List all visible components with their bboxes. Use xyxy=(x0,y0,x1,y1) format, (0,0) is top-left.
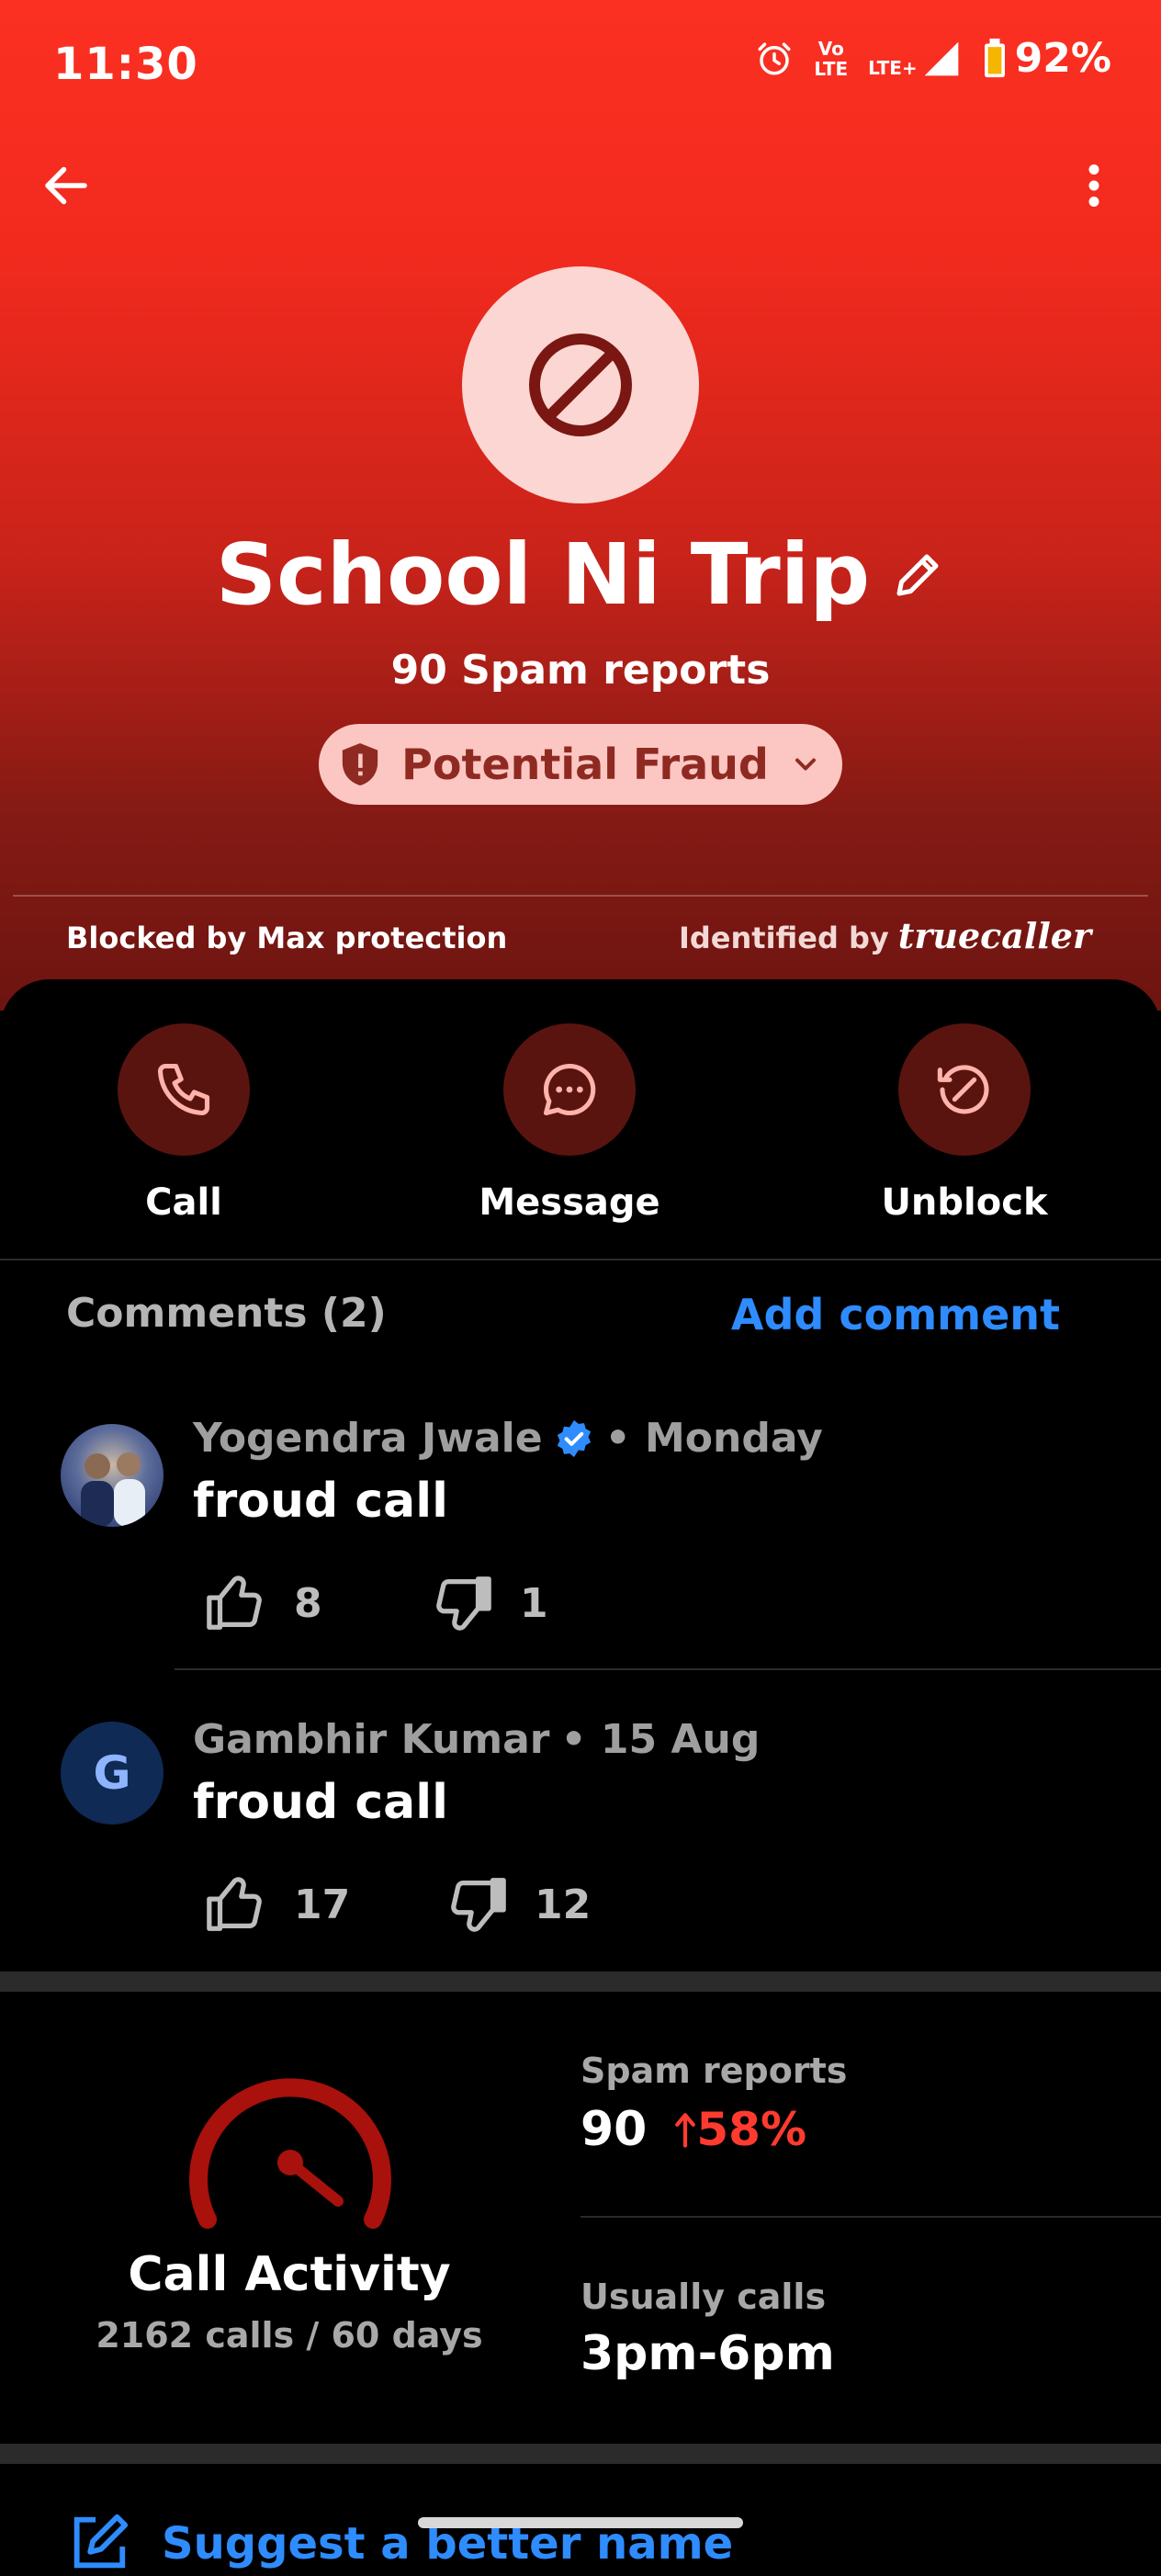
spam-trend: 58% xyxy=(674,2103,806,2156)
avatar[interactable]: G xyxy=(61,1722,163,1825)
usually-calls-label: Usually calls xyxy=(580,2277,827,2317)
actions-divider xyxy=(0,1259,1161,1260)
dislike-button[interactable]: 1 xyxy=(430,1571,548,1635)
call-action[interactable]: Call xyxy=(46,1023,321,1224)
call-activity-gauge-icon xyxy=(189,2078,391,2229)
unblock-icon xyxy=(937,1065,989,1114)
status-icons: Vo LTE LTE+ 92% xyxy=(755,35,1111,82)
message-action[interactable]: Message xyxy=(432,1023,707,1224)
call-activity-subtitle: 2162 calls / 60 days xyxy=(96,2315,483,2356)
verified-badge-icon xyxy=(557,1419,591,1457)
shield-icon xyxy=(342,743,378,785)
avatar[interactable] xyxy=(61,1424,163,1527)
back-button[interactable] xyxy=(39,158,94,213)
add-comment-link[interactable]: Add comment xyxy=(731,1290,1060,1339)
comment-author: Gambhir Kumar xyxy=(193,1716,550,1763)
blocked-avatar xyxy=(462,266,699,503)
fraud-label: Potential Fraud xyxy=(401,740,769,789)
spam-reports-stat: 90 58% xyxy=(580,2102,806,2157)
avatar-initial: G xyxy=(93,1746,131,1800)
usually-calls-value: 3pm-6pm xyxy=(580,2326,835,2381)
comment-author-row: Yogendra Jwale • Monday xyxy=(193,1415,823,1462)
edit-box-icon xyxy=(73,2514,129,2569)
back-arrow-icon xyxy=(45,166,87,205)
phone-icon xyxy=(157,1063,210,1116)
comment-date: • Monday xyxy=(604,1415,823,1462)
comment-text: froud call xyxy=(193,1474,448,1529)
section-band xyxy=(0,1972,1161,1992)
status-time: 11:30 xyxy=(53,39,198,90)
alarm-icon xyxy=(758,42,791,74)
comment-text: froud call xyxy=(193,1775,448,1830)
like-count: 17 xyxy=(294,1881,351,1928)
call-button[interactable] xyxy=(118,1023,250,1156)
user-photo-icon xyxy=(81,1452,145,1527)
thumbs-up-icon xyxy=(207,1576,262,1630)
thumbs-up-icon xyxy=(207,1877,262,1931)
thumbs-down-icon xyxy=(451,1878,506,1932)
like-count: 8 xyxy=(294,1579,322,1627)
comment-author-row: Gambhir Kumar • 15 Aug xyxy=(193,1716,760,1763)
unblock-label: Unblock xyxy=(881,1181,1048,1224)
dislike-button[interactable]: 12 xyxy=(445,1872,591,1937)
comment-author: Yogendra Jwale xyxy=(193,1415,543,1462)
contact-name-row: School Ni Trip xyxy=(0,525,1161,624)
call-activity-title: Call Activity xyxy=(128,2247,451,2302)
more-vert-icon xyxy=(1088,164,1099,207)
like-button[interactable]: 8 xyxy=(204,1571,322,1635)
battery-level: 92% xyxy=(1014,35,1111,82)
more-options-button[interactable] xyxy=(1073,158,1115,213)
truecaller-logo: truecaller xyxy=(897,915,1091,956)
like-button[interactable]: 17 xyxy=(204,1872,350,1937)
comments-title: Comments (2) xyxy=(66,1290,387,1337)
thumbs-down-icon xyxy=(436,1576,491,1631)
block-icon xyxy=(529,333,632,436)
message-label: Message xyxy=(479,1181,660,1224)
comment-divider xyxy=(175,1668,1161,1670)
network-type: LTE+ xyxy=(868,56,918,79)
call-label: Call xyxy=(145,1181,222,1224)
section-band xyxy=(0,2444,1161,2464)
volte-indicator: Vo LTE xyxy=(814,37,849,80)
spam-reports-label: Spam reports xyxy=(580,2051,848,2091)
contact-name: School Ni Trip xyxy=(215,525,871,624)
blocked-status: Blocked by Max protection xyxy=(66,921,508,955)
message-button[interactable] xyxy=(503,1023,636,1156)
chat-bubble-icon xyxy=(543,1063,596,1116)
unblock-action[interactable]: Unblock xyxy=(827,1023,1102,1224)
unblock-button[interactable] xyxy=(898,1023,1031,1156)
dislike-count: 1 xyxy=(520,1579,548,1627)
dislike-count: 12 xyxy=(535,1881,592,1928)
edit-pencil-icon[interactable] xyxy=(890,548,945,603)
potential-fraud-badge[interactable]: Potential Fraud xyxy=(319,724,842,805)
arrow-up-icon xyxy=(675,2113,696,2148)
identified-by: Identified by truecaller xyxy=(678,915,1091,956)
battery-icon xyxy=(984,38,1005,77)
comment-date: • 15 Aug xyxy=(560,1716,761,1763)
stats-divider xyxy=(580,2216,1161,2218)
spam-reports-count: 90 Spam reports xyxy=(390,647,771,694)
chevron-down-icon xyxy=(795,758,816,771)
profile-header xyxy=(0,0,1161,1011)
home-indicator[interactable] xyxy=(418,2517,743,2528)
header-divider xyxy=(13,895,1148,897)
signal-icon xyxy=(924,41,959,75)
spam-reports-value: 90 xyxy=(580,2102,648,2157)
